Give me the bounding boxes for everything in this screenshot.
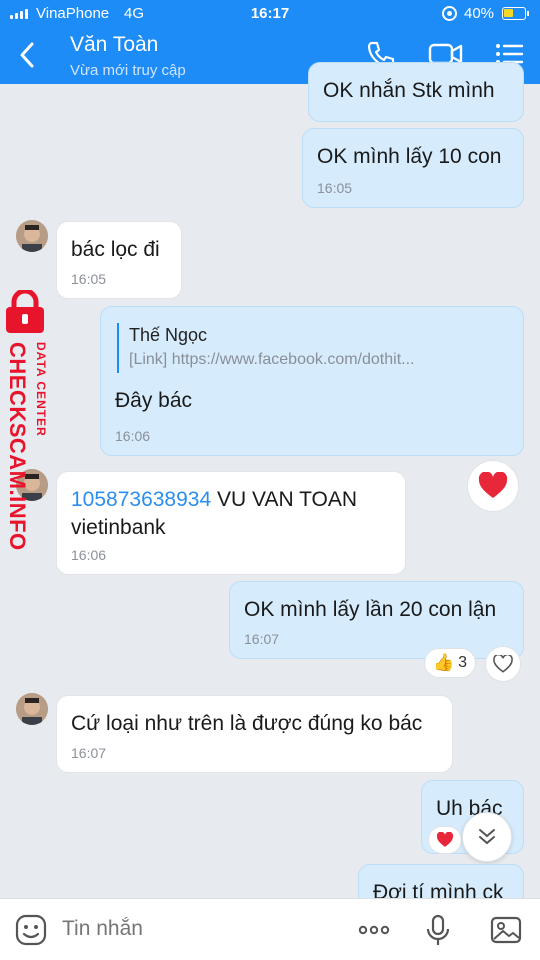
battery-percent: 40% [464, 5, 495, 22]
reaction-heart-small[interactable] [428, 826, 462, 854]
message-time: 16:05 [71, 271, 107, 287]
sticker-emoji-icon[interactable] [14, 913, 48, 947]
message-text: Đây bác [115, 389, 193, 412]
avatar-face-icon [16, 693, 48, 725]
contact-status: Vừa mới truy cập [70, 62, 186, 79]
message-text: bác lọc đi [71, 238, 160, 261]
avatar-face-icon [16, 220, 48, 252]
double-chevron-down-icon [479, 829, 495, 845]
message-bubble-sent[interactable]: Thế Ngọc [Link] https://www.facebook.com… [100, 306, 524, 456]
orientation-lock-icon [442, 6, 457, 21]
message-bubble-received[interactable]: 105873638934 VU VAN TOAN vietinbank 16:0… [56, 471, 406, 575]
heart-icon [478, 472, 508, 498]
thumbs-up-icon: 👍 [433, 653, 455, 672]
message-bubble-sent[interactable]: OK nhắn Stk mình [308, 62, 524, 122]
back-arrow-icon[interactable] [16, 40, 38, 70]
message-time: 16:07 [71, 745, 107, 761]
message-time: 16:05 [317, 180, 353, 196]
clock: 16:17 [250, 5, 290, 22]
message-composer [0, 898, 540, 960]
more-options-icon[interactable] [357, 913, 391, 947]
message-bubble-received[interactable]: bác lọc đi 16:05 [56, 221, 182, 299]
heart-icon [436, 832, 454, 847]
message-text: VU VAN TOAN [211, 488, 358, 511]
message-text: OK mình lấy 10 con [317, 145, 502, 168]
account-number-link[interactable]: 105873638934 [71, 488, 211, 511]
contact-name[interactable]: Văn Toàn [70, 33, 158, 57]
reaction-count: 3 [458, 654, 468, 671]
scroll-to-bottom-button[interactable] [462, 812, 512, 862]
message-time: 16:07 [244, 631, 280, 647]
watermark-tag: DATA CENTER [34, 342, 48, 437]
like-reaction-count[interactable]: 👍 3 [424, 648, 477, 678]
microphone-icon[interactable] [421, 913, 455, 947]
message-bubble-sent[interactable]: OK mình lấy lần 20 con lận 16:07 [229, 581, 524, 659]
battery-icon [502, 7, 529, 20]
avatar[interactable] [16, 220, 48, 252]
message-time: 16:06 [71, 547, 107, 563]
message-text: OK mình lấy lần 20 con lận [244, 598, 497, 621]
reaction-heart-button[interactable] [467, 460, 519, 512]
watermark-brand: CHECKSCAM.INFO [5, 342, 30, 551]
padlock-icon [6, 290, 44, 333]
message-bubble-sent[interactable]: OK mình lấy 10 con 16:05 [302, 128, 524, 208]
quoted-link[interactable]: [Link] https://www.facebook.com/dothit..… [129, 347, 509, 373]
quoted-sender: Thế Ngọc [129, 325, 208, 345]
message-time: 16:06 [115, 428, 151, 444]
heart-outline-icon [493, 655, 513, 673]
avatar[interactable] [16, 693, 48, 725]
image-gallery-icon[interactable] [489, 913, 523, 947]
watermark: CHECKSCAM.INFO DATA CENTER [0, 290, 60, 560]
message-text-line2: vietinbank [71, 516, 166, 539]
message-input[interactable] [62, 917, 322, 941]
message-bubble-received[interactable]: Cứ loại như trên là được đúng ko bác 16:… [56, 695, 453, 773]
reaction-heart-outline-button[interactable] [485, 646, 521, 682]
message-text: OK nhắn Stk mình [323, 79, 495, 102]
status-bar: VinaPhone 4G 16:17 40% [0, 0, 540, 28]
quoted-message[interactable]: Thế Ngọc [Link] https://www.facebook.com… [117, 323, 509, 373]
message-text: Cứ loại như trên là được đúng ko bác [71, 712, 423, 735]
